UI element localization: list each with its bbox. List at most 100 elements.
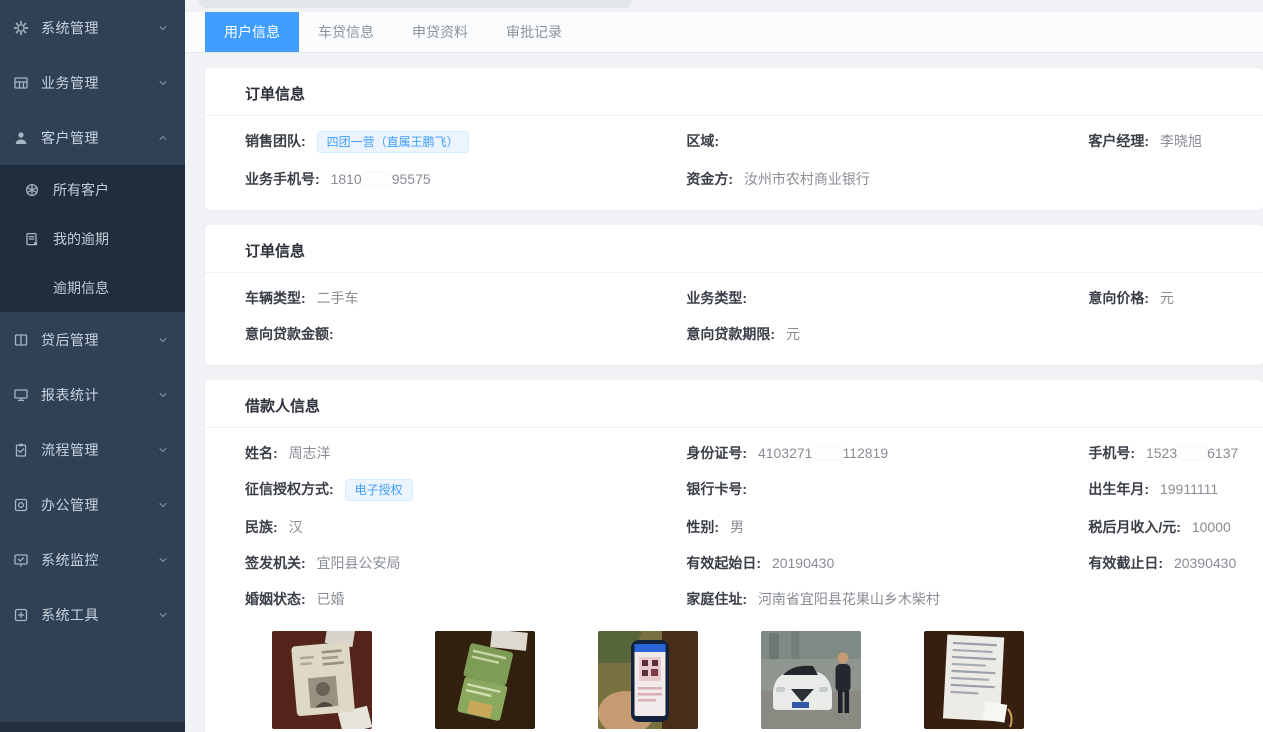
sidebar-item-process-mgmt[interactable]: 流程管理 [0, 422, 185, 477]
notebook-icon [24, 231, 40, 247]
tab-approval-records[interactable]: 审批记录 [487, 12, 581, 52]
top-strip [185, 0, 1263, 12]
grid-icon [13, 75, 29, 91]
car-person-photo[interactable]: 本人照 [761, 631, 861, 732]
box-circle-icon [13, 497, 29, 513]
field-gender: 性别: 男 [686, 509, 1088, 545]
spacer-icon [24, 280, 40, 296]
sidebar-item-report-stats[interactable]: 报表统计 [0, 367, 185, 422]
sidebar-item-all-customers[interactable]: 所有客户 [0, 165, 185, 214]
field-empty [1088, 581, 1263, 617]
sidebar-item-label: 报表统计 [41, 385, 145, 405]
handwritten-doc-photo[interactable]: 其他材料 [924, 631, 1024, 732]
card-title: 订单信息 [205, 225, 1263, 273]
sidebar-item-overdue-info[interactable]: 逾期信息 [0, 263, 185, 312]
field-bank-card: 银行卡号: [686, 471, 1088, 509]
sidebar-item-label: 系统监控 [41, 550, 145, 570]
field-funder: 资金方: 汝州市农村商业银行 [686, 161, 1088, 197]
sidebar-item-my-overdue[interactable]: 我的逾期 [0, 214, 185, 263]
monitor-icon [13, 387, 29, 403]
id-card-photo[interactable]: 本人照 [272, 631, 372, 732]
main-content: 用户信息 车贷信息 申贷资料 审批记录 订单信息 销售团队: 四团一营（直属王鹏… [185, 0, 1263, 732]
green-license-photo[interactable]: 驾驶证副页 [435, 631, 535, 732]
chevron-down-icon [157, 77, 169, 89]
field-marital-status: 婚姻状态: 已婚 [205, 581, 686, 617]
sidebar-item-system-monitor[interactable]: 系统监控 [0, 532, 185, 587]
field-issuing-authority: 签发机关: 宜阳县公安局 [205, 545, 686, 581]
field-id-number: 身份证号: 4103271112819 [686, 435, 1088, 471]
sidebar-item-label: 我的逾期 [53, 229, 109, 249]
field-business-type: 业务类型: [686, 280, 1088, 316]
sidebar-item-label: 系统管理 [41, 18, 145, 38]
card-title: 借款人信息 [205, 380, 1263, 428]
tab-user-info[interactable]: 用户信息 [205, 12, 299, 52]
sidebar-item-label: 所有客户 [53, 180, 109, 200]
field-empty [1088, 161, 1263, 197]
phone-auth-thumbnail [598, 631, 698, 729]
tab-car-loan-info[interactable]: 车贷信息 [299, 12, 393, 52]
sidebar-item-office-mgmt[interactable]: 办公管理 [0, 477, 185, 532]
monitor-check-icon [13, 552, 29, 568]
sidebar-item-postloan-mgmt[interactable]: 贷后管理 [0, 312, 185, 367]
clipboard-icon [13, 442, 29, 458]
chevron-down-icon [157, 554, 169, 566]
chevron-down-icon [157, 499, 169, 511]
loan-intent-card: 订单信息 车辆类型: 二手车 业务类型: 意向价格: 元 意向贷款金额: [205, 225, 1263, 365]
borrower-info-card: 借款人信息 姓名: 周志洋 身份证号: 4103271112819 手机号: 1… [205, 380, 1263, 732]
field-name: 姓名: 周志洋 [205, 435, 686, 471]
field-monthly-income: 税后月收入/元: 10000 [1088, 509, 1263, 545]
handwritten-doc-thumbnail [924, 631, 1024, 729]
chevron-up-icon [157, 132, 169, 144]
detail-tabbar: 用户信息 车贷信息 申贷资料 审批记录 [185, 12, 1263, 53]
field-mobile-phone: 手机号: 15236137 [1088, 435, 1263, 471]
sidebar-item-system-tools[interactable]: 系统工具 [0, 587, 185, 642]
card-title: 订单信息 [205, 68, 1263, 116]
credit-auth-tag: 电子授权 [345, 479, 413, 501]
tab-loan-application-docs[interactable]: 申贷资料 [393, 12, 487, 52]
field-birth-date: 出生年月: 19911111 [1088, 471, 1263, 509]
user-icon [13, 130, 29, 146]
customer-mgmt-submenu: 所有客户 我的逾期 逾期信息 [0, 165, 185, 312]
sidebar-item-business-mgmt[interactable]: 业务管理 [0, 55, 185, 110]
field-valid-from: 有效起始日: 20190430 [686, 545, 1088, 581]
redaction-mask [813, 447, 841, 459]
redaction-mask [1178, 447, 1206, 459]
sidebar-item-label: 业务管理 [41, 73, 145, 93]
field-sales-team: 销售团队: 四团一营（直属王鹏飞） [205, 123, 686, 161]
box-plus-icon [13, 607, 29, 623]
wheel-icon [24, 182, 40, 198]
sales-team-tag[interactable]: 四团一营（直属王鹏飞） [317, 131, 469, 153]
sidebar-item-label: 贷后管理 [41, 330, 145, 350]
chevron-down-icon [157, 334, 169, 346]
field-intent-loan-term: 意向贷款期限: 元 [686, 316, 1088, 352]
green-license-thumbnail [435, 631, 535, 729]
book-icon [13, 332, 29, 348]
field-vehicle-type: 车辆类型: 二手车 [205, 280, 686, 316]
document-photos-row: 本人照 [205, 617, 1263, 732]
chevron-down-icon [157, 389, 169, 401]
sidebar-item-label: 办公管理 [41, 495, 145, 515]
field-region: 区域: [686, 123, 1088, 161]
sidebar-item-label: 系统工具 [41, 605, 145, 625]
field-home-address: 家庭住址: 河南省宜阳县花果山乡木柴村 [686, 581, 1088, 617]
sidebar-item-system-mgmt[interactable]: 系统管理 [0, 0, 185, 55]
field-intent-loan-amount: 意向贷款金额: [205, 316, 686, 352]
top-remnant-bar [199, 0, 631, 8]
sidebar-item-label: 流程管理 [41, 440, 145, 460]
field-business-phone: 业务手机号: 181095575 [205, 161, 686, 197]
order-info-card: 订单信息 销售团队: 四团一营（直属王鹏飞） 区域: 客户经理: 李晓旭 业务手 [205, 68, 1263, 210]
sidebar-item-customer-mgmt[interactable]: 客户管理 [0, 110, 185, 165]
car-person-thumbnail [761, 631, 861, 729]
sidebar-item-label: 客户管理 [41, 128, 145, 148]
phone-auth-photo[interactable]: 授权截图 [598, 631, 698, 732]
chevron-down-icon [157, 444, 169, 456]
field-empty [1088, 316, 1263, 352]
field-credit-auth-method: 征信授权方式: 电子授权 [205, 471, 686, 509]
field-ethnicity: 民族: 汉 [205, 509, 686, 545]
field-account-manager: 客户经理: 李晓旭 [1088, 123, 1263, 161]
chevron-down-icon [157, 609, 169, 621]
chevron-down-icon [157, 22, 169, 34]
field-intent-price: 意向价格: 元 [1088, 280, 1263, 316]
sidebar-item-label: 逾期信息 [53, 278, 109, 298]
sidebar: 系统管理 业务管理 客户管理 所有客户 [0, 0, 185, 732]
